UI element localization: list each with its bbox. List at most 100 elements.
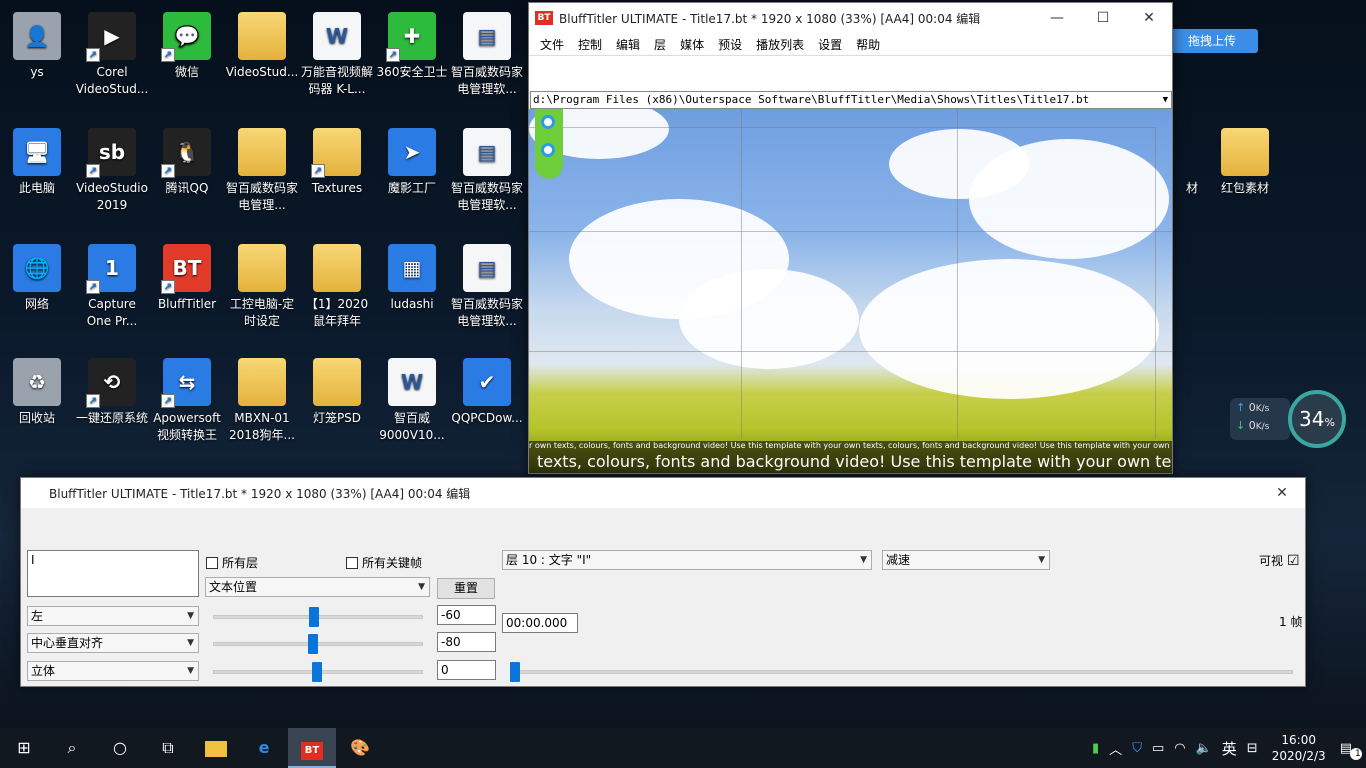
- blufftitler-main-window[interactable]: BT BluffTitler ULTIMATE - Title17.bt * 1…: [528, 2, 1173, 474]
- property-select[interactable]: 文本位置 ▼: [205, 577, 430, 597]
- desktop-icon[interactable]: 🖥 此电脑: [0, 122, 74, 197]
- menu-media[interactable]: 媒体: [673, 36, 711, 53]
- timeline-slider-track[interactable]: [511, 670, 1293, 674]
- visible-checkbox[interactable]: 可视 ☑: [1259, 552, 1300, 569]
- easing-select[interactable]: 减速 ▼: [882, 550, 1050, 570]
- chevron-up-icon[interactable]: ︿: [1104, 739, 1127, 758]
- wifi-icon[interactable]: ◠: [1169, 741, 1190, 756]
- menu-control[interactable]: 控制: [571, 36, 609, 53]
- task-view-icon[interactable]: ⧉: [144, 728, 192, 768]
- show-path-combo[interactable]: d:\Program Files (x86)\Outerspace Softwa…: [530, 91, 1172, 109]
- close-button[interactable]: ✕: [1126, 3, 1172, 33]
- desktop-icon[interactable]: BT ↗ BluffTitler: [150, 238, 224, 313]
- edge-browser-icon[interactable]: e: [240, 728, 288, 768]
- desktop-icon[interactable]: ▤ 智百威数码家电管理软...: [450, 6, 524, 98]
- z-value-input[interactable]: 0: [437, 660, 496, 680]
- shield-icon[interactable]: ⛉: [1127, 741, 1147, 756]
- desktop-icon[interactable]: W 万能音视频解码器 K-L...: [300, 6, 374, 98]
- desktop-icon[interactable]: 工控电脑-定时设定: [225, 238, 299, 330]
- desktop-icon[interactable]: 灯笼PSD: [300, 352, 374, 427]
- desktop-icon[interactable]: 💬 ↗ 微信: [150, 6, 224, 81]
- desktop-icon[interactable]: 🐧 ↗ 腾讯QQ: [150, 122, 224, 197]
- desktop-icon[interactable]: VideoStud...: [225, 6, 299, 81]
- desktop-icon[interactable]: 智百威数码家电管理...: [225, 122, 299, 214]
- desktop-icon[interactable]: 【1】2020鼠年拜年LED...: [300, 238, 374, 330]
- x-slider-thumb[interactable]: [309, 607, 319, 627]
- menu-presets[interactable]: 预设: [711, 36, 749, 53]
- chevron-down-icon[interactable]: ▼: [1163, 92, 1168, 108]
- panel-title: BluffTitler ULTIMATE - Title17.bt * 1920…: [49, 486, 471, 501]
- checkbox-box[interactable]: [206, 556, 218, 569]
- speed-pill: ↑ 0K/s ↓ 0K/s: [1230, 398, 1290, 440]
- panel-close-button[interactable]: ✕: [1259, 478, 1305, 508]
- desktop-icon[interactable]: ▦ ludashi: [375, 238, 449, 313]
- layer-text-input[interactable]: I: [27, 550, 199, 597]
- time-input[interactable]: 00:00.000: [502, 613, 578, 633]
- y-slider-track[interactable]: [213, 642, 423, 646]
- search-icon[interactable]: ⌕: [48, 728, 96, 768]
- network-speed-widget[interactable]: ↑ 0K/s ↓ 0K/s 34%: [1228, 390, 1348, 450]
- checkbox-box[interactable]: [346, 556, 358, 569]
- desktop-icon[interactable]: ✔ QQPCDow...: [450, 352, 524, 427]
- main-titlebar[interactable]: BT BluffTitler ULTIMATE - Title17.bt * 1…: [529, 3, 1172, 33]
- desktop-icon[interactable]: ↗ Textures: [300, 122, 374, 197]
- desktop-icon[interactable]: 👤 ys: [0, 6, 74, 81]
- menu-layer[interactable]: 层: [647, 36, 673, 53]
- desktop-icon[interactable]: ⇆ ↗ Apowersoft 视频转换王: [150, 352, 224, 444]
- video-preview[interactable]: r own texts, colours, fonts and backgrou…: [529, 109, 1172, 473]
- desktop-icon[interactable]: ▶ ↗ Corel VideoStud...: [75, 6, 149, 98]
- clock[interactable]: 16:00 2020/2/3: [1263, 732, 1335, 764]
- desktop-icon[interactable]: 🌐 网络: [0, 238, 74, 313]
- desktop-icon[interactable]: 1 ↗ Capture One Pr...: [75, 238, 149, 330]
- maximize-button[interactable]: ☐: [1080, 3, 1126, 33]
- menu-help[interactable]: 帮助: [849, 36, 887, 53]
- desktop-icon[interactable]: W 智百威 9000V10...: [375, 352, 449, 444]
- desktop-icon[interactable]: ▤ 智百威数码家电管理软...: [450, 122, 524, 214]
- all-keyframes-checkbox[interactable]: 所有关键帧: [346, 554, 422, 571]
- properties-panel[interactable]: BluffTitler ULTIMATE - Title17.bt * 1920…: [20, 477, 1306, 687]
- desktop-icon[interactable]: ⟲ ↗ 一键还原系统: [75, 352, 149, 427]
- panel-titlebar[interactable]: BluffTitler ULTIMATE - Title17.bt * 1920…: [21, 478, 1305, 508]
- minimize-button[interactable]: —: [1034, 3, 1080, 33]
- battery-charge-icon[interactable]: ▮: [1087, 741, 1104, 756]
- desktop-icon[interactable]: 红包素材: [1208, 122, 1282, 197]
- timeline-slider-thumb[interactable]: [510, 662, 520, 682]
- reset-button[interactable]: 重置: [437, 578, 495, 599]
- desktop-icon[interactable]: MBXN-01 2018狗年...: [225, 352, 299, 444]
- horizontal-align-select[interactable]: 左 ▼: [27, 606, 199, 626]
- shortcut-arrow-icon: ↗: [161, 394, 175, 408]
- desktop-icon-label: MBXN-01 2018狗年...: [229, 411, 295, 442]
- paint-app-icon[interactable]: 🎨: [336, 728, 384, 768]
- volume-icon[interactable]: 🔈: [1191, 741, 1217, 756]
- upload-button[interactable]: 拖拽上传: [1166, 29, 1258, 53]
- y-value-input[interactable]: -80: [437, 632, 496, 652]
- menu-edit[interactable]: 编辑: [609, 36, 647, 53]
- cortana-icon[interactable]: ○: [96, 728, 144, 768]
- desktop-icon[interactable]: ▤ 智百威数码家电管理软...: [450, 238, 524, 330]
- desktop-icon[interactable]: ✚ ↗ 360安全卫士: [375, 6, 449, 81]
- layer-select[interactable]: 层 10 : 文字 "I" ▼: [502, 550, 872, 570]
- z-slider-thumb[interactable]: [312, 662, 322, 682]
- file-explorer-icon[interactable]: [192, 728, 240, 768]
- desktop-icon-label: 红包素材: [1220, 181, 1269, 195]
- menu-settings[interactable]: 设置: [811, 36, 849, 53]
- style-select[interactable]: 立体 ▼: [27, 661, 199, 681]
- desktop-icon[interactable]: ♻ 回收站: [0, 352, 74, 427]
- desktop-icon[interactable]: ➤ 魔影工厂: [375, 122, 449, 197]
- battery-icon[interactable]: ▭: [1147, 741, 1169, 756]
- vertical-align-select[interactable]: 中心垂直对齐 ▼: [27, 633, 199, 653]
- visible-check-icon[interactable]: ☑: [1287, 553, 1300, 569]
- menu-playlist[interactable]: 播放列表: [749, 36, 811, 53]
- x-value-input[interactable]: -60: [437, 605, 496, 625]
- y-slider-thumb[interactable]: [308, 634, 318, 654]
- all-layers-checkbox[interactable]: 所有层: [206, 554, 258, 571]
- blufftitler-taskbar-icon[interactable]: BT: [288, 728, 336, 768]
- desktop-icon[interactable]: sb↗VideoStudio 2019 Train...: [75, 122, 149, 214]
- keyboard-icon[interactable]: ⊟: [1242, 741, 1263, 756]
- ime-indicator[interactable]: 英: [1217, 738, 1242, 759]
- start-windows-icon[interactable]: ⊞: [0, 728, 48, 768]
- property-select-value: 文本位置: [209, 580, 258, 594]
- notification-icon[interactable]: ▤ 1: [1335, 741, 1366, 760]
- menu-file[interactable]: 文件: [533, 36, 571, 53]
- clock-time: 16:00: [1281, 733, 1316, 747]
